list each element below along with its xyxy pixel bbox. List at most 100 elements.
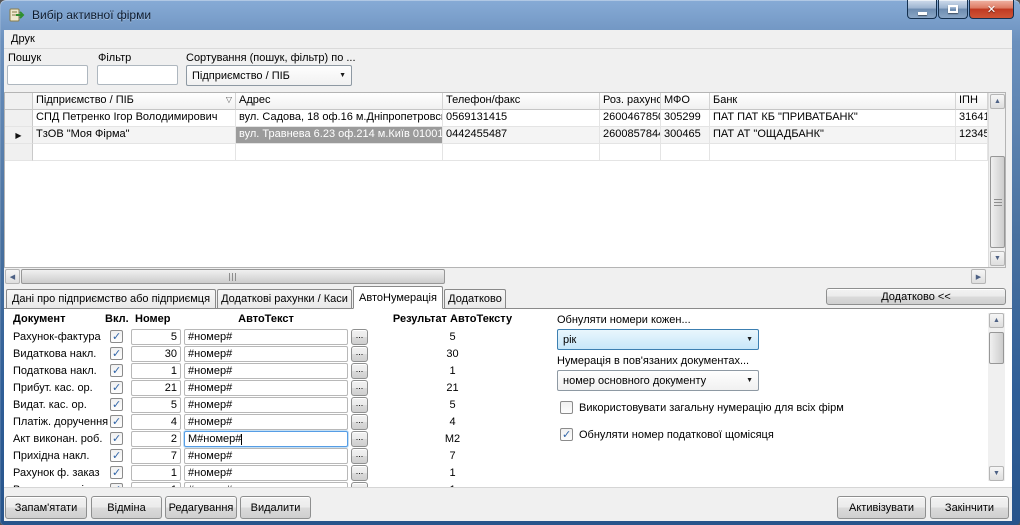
enabled-checkbox[interactable] [110,449,123,462]
more-button[interactable]: Додатково << [826,288,1006,305]
table-row[interactable]: СПД Петренко Ігор Володимирович вул. Сад… [5,110,988,127]
filter-input[interactable] [97,65,178,85]
autotext-browse-button[interactable]: ... [351,465,368,481]
autotext-browse-button[interactable]: ... [351,448,368,464]
grid-header-name[interactable]: ▽Підприємство / ПІБ [33,93,236,110]
enabled-checkbox[interactable] [110,466,123,479]
grid-header-ipn[interactable]: ІПН [956,93,988,110]
cancel-button[interactable]: Відміна [91,496,162,519]
grid-header-address[interactable]: Адрес [236,93,443,110]
titlebar[interactable]: Вибір активної фірми ✕ [0,0,1020,30]
enabled-checkbox[interactable] [110,398,123,411]
tab-company-data[interactable]: Дані про підприємство або підприємця [6,289,216,308]
tab-autonumbering[interactable]: АвтоНумерація [353,286,443,309]
autotext-browse-button[interactable]: ... [351,329,368,345]
scroll-up-icon[interactable]: ▲ [989,313,1004,328]
number-input[interactable] [131,465,181,481]
scroll-down-icon[interactable]: ▼ [989,466,1004,481]
delete-button[interactable]: Видалити [240,496,311,519]
cell-mfo[interactable]: 300465 [661,127,710,144]
autotext-browse-button[interactable]: ... [351,397,368,413]
text-caret [241,434,242,445]
cell-address[interactable]: вул. Садова, 18 оф.16 м.Дніпропетровськ [236,110,443,127]
autotext-input-focused[interactable] [184,431,348,447]
edit-button[interactable]: Редагування [165,496,237,519]
maximize-button[interactable] [938,0,968,19]
linked-docs-combobox[interactable]: номер основного документу ▼ [557,370,759,391]
scroll-down-icon[interactable]: ▼ [990,251,1005,266]
table-row-selected[interactable]: ▶ ТзОВ "Моя Фірма" вул. Травнева 6.23 оф… [5,127,988,144]
menu-print[interactable]: Друк [4,30,42,48]
scroll-up-icon[interactable]: ▲ [990,94,1005,109]
autotext-browse-button[interactable]: ... [351,380,368,396]
autotext-browse-button[interactable]: ... [351,363,368,379]
cell-phone[interactable]: 0442455487 [443,127,600,144]
grid-header-mfo[interactable]: МФО [661,93,710,110]
cell-ipn[interactable]: 12345 [956,127,988,144]
enabled-checkbox[interactable] [110,347,123,360]
enabled-checkbox[interactable] [110,330,123,343]
number-input[interactable] [131,329,181,345]
grid-vertical-scrollbar[interactable]: ▲ ▼ [988,93,1005,267]
autotext-input[interactable] [184,346,348,362]
grid-horizontal-scrollbar[interactable]: ◀ ▶ [4,268,987,285]
cell-bank[interactable]: ПАТ ПАТ КБ "ПРИВАТБАНК" [710,110,956,127]
scroll-right-icon[interactable]: ▶ [971,269,986,284]
number-input[interactable] [131,397,181,413]
autotext-browse-button[interactable]: ... [351,414,368,430]
cell-ipn[interactable]: 31641 [956,110,988,127]
autotext-input[interactable] [184,465,348,481]
enabled-checkbox[interactable] [110,381,123,394]
cell-account[interactable]: 260085784474 [600,127,661,144]
save-button[interactable]: Запам'ятати [5,496,87,519]
autotext-browse-button[interactable]: ... [351,346,368,362]
cell-bank[interactable]: ПАТ АТ "ОЩАДБАНК" [710,127,956,144]
pane-vscroll-thumb[interactable] [989,332,1004,364]
cell-mfo[interactable]: 305299 [661,110,710,127]
autotext-input[interactable] [184,414,348,430]
cell-name[interactable]: ТзОВ "Моя Фірма" [33,127,236,144]
shared-numbering-option[interactable]: Використовувати загальну нумерацію для в… [560,401,844,414]
sort-combobox[interactable]: Підприємство / ПІБ ▼ [186,65,352,86]
search-input[interactable] [7,65,88,85]
cell-account[interactable]: 260046785001 [600,110,661,127]
minimize-button[interactable] [907,0,937,19]
close-button[interactable]: ✕ [969,0,1014,19]
autotext-input[interactable] [184,397,348,413]
reset-period-combobox[interactable]: рік ▼ [557,329,759,350]
scroll-left-icon[interactable]: ◀ [5,269,20,284]
enabled-checkbox[interactable] [110,364,123,377]
result-value: М2 [385,433,520,445]
firms-grid: ▽Підприємство / ПІБ Адрес Телефон/факс Р… [4,92,1006,268]
number-input[interactable] [131,380,181,396]
number-input[interactable] [131,363,181,379]
shared-numbering-checkbox[interactable] [560,401,573,414]
autotext-input[interactable] [184,329,348,345]
autotext-browse-button[interactable]: ... [351,431,368,447]
tab-extra-accounts[interactable]: Додаткові рахунки / Каси [217,289,352,308]
cell-address-selected[interactable]: вул. Травнева 6.23 оф.214 м.Київ 01001 [236,127,443,144]
number-input[interactable] [131,414,181,430]
cell-name[interactable]: СПД Петренко Ігор Володимирович [33,110,236,127]
autotext-input[interactable] [184,380,348,396]
filter-bar: Пошук Фільтр Сортування (пошук, фільтр) … [4,49,1012,92]
finish-button[interactable]: Закінчити [930,496,1009,519]
monthly-reset-checkbox[interactable] [560,428,573,441]
pane-vertical-scrollbar[interactable]: ▲ ▼ [988,313,1005,481]
autotext-input[interactable] [184,363,348,379]
autotext-input[interactable] [184,448,348,464]
grid-header-bank[interactable]: Банк [710,93,956,110]
activate-button[interactable]: Активізувати [837,496,926,519]
tab-additional[interactable]: Додатково [444,289,506,308]
grid-vscroll-thumb[interactable] [990,156,1005,248]
grid-hscroll-thumb[interactable] [21,269,445,284]
cell-phone[interactable]: 0569131415 [443,110,600,127]
enabled-checkbox[interactable] [110,415,123,428]
number-input[interactable] [131,346,181,362]
number-input[interactable] [131,431,181,447]
grid-header-phone[interactable]: Телефон/факс [443,93,600,110]
monthly-reset-option[interactable]: Обнуляти номер податкової щомісяця [560,428,774,441]
enabled-checkbox[interactable] [110,432,123,445]
grid-header-account[interactable]: Роз. рахунок [600,93,661,110]
number-input[interactable] [131,448,181,464]
